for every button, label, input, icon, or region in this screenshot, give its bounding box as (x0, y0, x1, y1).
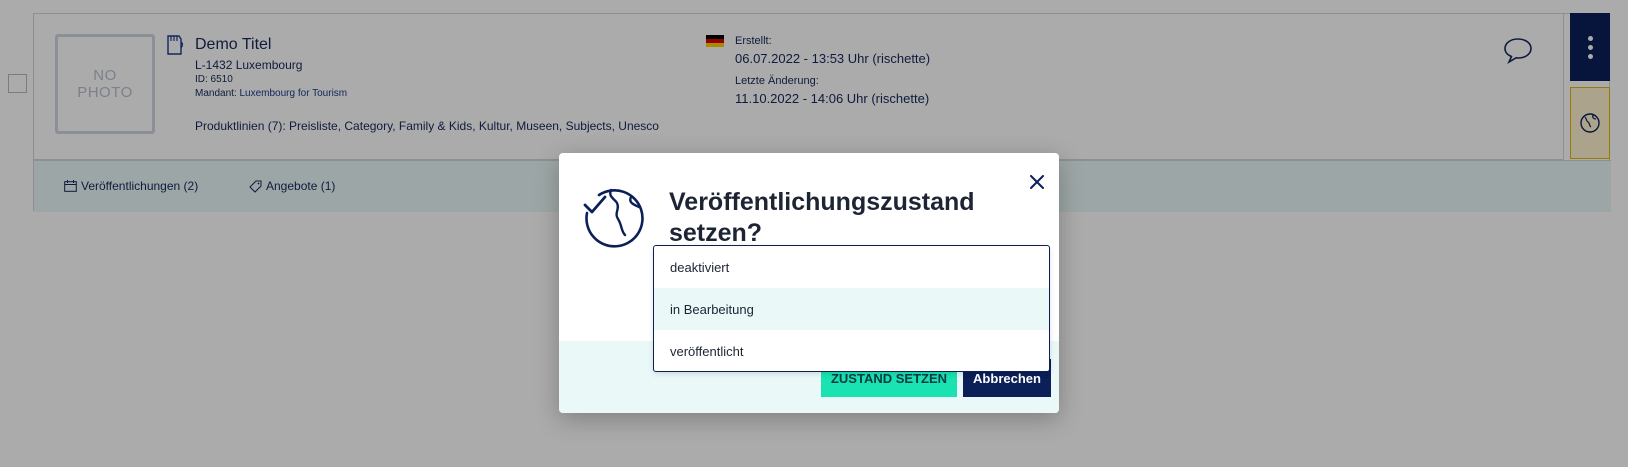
close-icon (1030, 175, 1044, 189)
option-deaktiviert[interactable]: deaktiviert (654, 246, 1049, 288)
close-button[interactable] (1026, 171, 1048, 193)
dialog-title: Veröffentlichungszustand setzen? (669, 188, 975, 247)
globe-check-icon (583, 188, 644, 248)
page: NO PHOTO Demo Titel L-1432 Luxembourg ID… (0, 0, 1628, 467)
option-in-bearbeitung[interactable]: in Bearbeitung (654, 288, 1049, 330)
state-select-dropdown[interactable]: deaktiviert in Bearbeitung veröffentlich… (653, 245, 1050, 372)
option-veroeffentlicht[interactable]: veröffentlicht (654, 330, 1049, 371)
